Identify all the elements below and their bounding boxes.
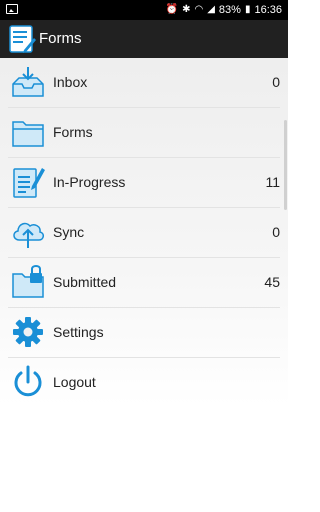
alarm-icon: ⏰ bbox=[165, 4, 179, 15]
folder-icon bbox=[12, 121, 44, 147]
menu-item-submitted[interactable]: Submitted 45 bbox=[8, 258, 280, 308]
inbox-icon bbox=[12, 67, 44, 97]
menu-item-sync[interactable]: Sync 0 bbox=[8, 208, 280, 258]
scrollbar[interactable] bbox=[284, 120, 287, 210]
wifi-icon: ◠ bbox=[194, 4, 204, 15]
edit-form-icon bbox=[13, 168, 45, 198]
menu-list: Inbox 0 Forms In-Progress 11 Sync 0 Subm… bbox=[0, 58, 288, 407]
menu-label-sync: Sync bbox=[53, 224, 85, 240]
menu-label-submitted: Submitted bbox=[53, 274, 117, 290]
menu-label-forms: Forms bbox=[53, 124, 93, 140]
app-title: Forms bbox=[39, 30, 82, 47]
menu-item-settings[interactable]: Settings bbox=[8, 308, 280, 358]
menu-item-forms[interactable]: Forms bbox=[8, 108, 280, 158]
in-progress-count: 11 bbox=[265, 174, 280, 190]
gear-icon bbox=[13, 317, 43, 347]
app-bar: Forms bbox=[0, 20, 288, 58]
menu-label-logout: Logout bbox=[53, 374, 96, 390]
submitted-count: 45 bbox=[264, 274, 280, 290]
menu-label-settings: Settings bbox=[53, 324, 104, 340]
status-bar: ⏰ ✱ ◠ ◢ 83% ▮ 16:36 bbox=[0, 0, 288, 20]
power-icon bbox=[14, 365, 42, 397]
menu-item-logout[interactable]: Logout bbox=[8, 358, 280, 407]
sync-count: 0 bbox=[272, 224, 280, 240]
battery-percent: 83% bbox=[218, 4, 241, 16]
locked-folder-icon bbox=[12, 265, 44, 298]
status-icons: ⏰ ✱ ◠ ◢ 83% ▮ 16:36 bbox=[166, 3, 282, 17]
cloud-upload-icon bbox=[13, 222, 44, 248]
menu-item-inbox[interactable]: Inbox 0 bbox=[8, 58, 280, 108]
clock: 16:36 bbox=[254, 4, 282, 16]
menu-label-inbox: Inbox bbox=[53, 74, 88, 90]
battery-icon: ▮ bbox=[244, 4, 251, 15]
image-notification-icon bbox=[6, 4, 18, 14]
bluetooth-icon: ✱ bbox=[182, 4, 191, 15]
inbox-count: 0 bbox=[272, 74, 280, 90]
menu-label-in-progress: In-Progress bbox=[53, 174, 126, 190]
forms-app-logo-icon bbox=[9, 25, 36, 53]
menu-item-in-progress[interactable]: In-Progress 11 bbox=[8, 158, 280, 208]
signal-icon: ◢ bbox=[207, 4, 215, 15]
